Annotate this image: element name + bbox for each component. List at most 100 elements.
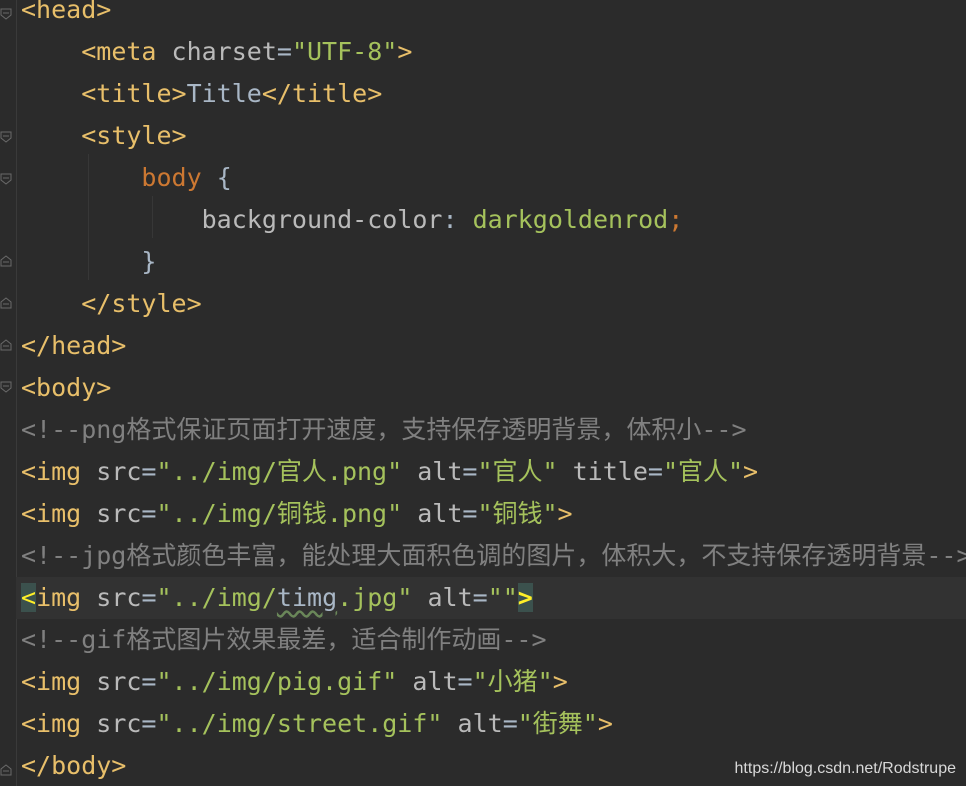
code-token: =: [141, 499, 157, 528]
code-token: =: [462, 499, 478, 528]
code-token: timg: [276, 583, 338, 612]
code-token: >: [597, 709, 613, 738]
code-token: <img: [21, 457, 97, 486]
code-line[interactable]: <!--gif格式图片效果最差，适合制作动画-->: [21, 619, 547, 661]
code-token: "../img/pig.gif": [156, 667, 398, 696]
code-token: charset: [171, 37, 277, 66]
code-token: >: [743, 457, 759, 486]
code-token: </head>: [21, 331, 127, 360]
code-token: =: [502, 709, 518, 738]
code-line[interactable]: <meta charset="UTF-8">: [21, 31, 412, 73]
code-token: >: [557, 499, 573, 528]
code-token: <meta: [81, 37, 172, 66]
code-token: </body>: [21, 751, 127, 780]
code-token: "../img/铜钱.png": [156, 499, 403, 528]
code-token: ;: [668, 205, 684, 234]
fold-icon[interactable]: [0, 255, 12, 267]
code-token: .jpg": [337, 583, 413, 612]
fold-icon[interactable]: [0, 297, 12, 309]
code-token: "UTF-8": [291, 37, 398, 66]
watermark-text: https://blog.csdn.net/Rodstrupe: [734, 760, 956, 777]
code-token: <img: [21, 667, 97, 696]
code-token: "街舞": [517, 709, 598, 738]
code-line[interactable]: <img src="../img/pig.gif" alt="小猪">: [21, 661, 568, 703]
code-token: body: [141, 163, 202, 192]
code-line[interactable]: <title>Title</title>: [21, 73, 382, 115]
code-line[interactable]: </body>: [21, 745, 126, 786]
code-token: </style>: [81, 289, 202, 318]
code-token: "../img/street.gif": [156, 709, 443, 738]
code-token: =: [141, 457, 157, 486]
code-token: <title>: [81, 79, 187, 108]
current-code-line[interactable]: <img src="../img/timg.jpg" alt="">: [16, 577, 966, 619]
code-line[interactable]: </style>: [21, 283, 202, 325]
code-token: src: [96, 583, 142, 612]
code-token: <img: [21, 499, 97, 528]
code-token: alt: [417, 457, 463, 486]
code-token: "官人": [662, 457, 744, 486]
code-token: }: [141, 247, 157, 276]
code-token: title: [572, 457, 648, 486]
code-line[interactable]: <head>: [21, 0, 111, 31]
code-token: <!--png格式保证页面打开速度，支持保存透明背景，体积小-->: [21, 415, 747, 444]
code-line[interactable]: <!--jpg格式颜色丰富，能处理大面积色调的图片，体积大，不支持保存透明背景-…: [21, 535, 966, 577]
code-line[interactable]: <img src="../img/铜钱.png" alt="铜钱">: [21, 493, 573, 535]
fold-icon[interactable]: [0, 339, 12, 351]
code-line[interactable]: body {: [21, 157, 232, 199]
code-token: <style>: [81, 121, 187, 150]
code-token: src: [96, 457, 142, 486]
code-line[interactable]: </head>: [21, 325, 126, 367]
code-line[interactable]: }: [21, 241, 156, 283]
code-token: <: [21, 583, 37, 612]
code-token: background-color: [201, 205, 443, 234]
code-token: =: [141, 709, 157, 738]
editor-gutter: [0, 0, 17, 786]
code-token: alt: [412, 667, 458, 696]
code-token: "官人": [477, 457, 558, 486]
code-token: "小猪": [472, 667, 553, 696]
code-token: src: [96, 667, 142, 696]
code-token: "../img/: [156, 583, 277, 612]
code-line[interactable]: <img src="../img/官人.png" alt="官人" title=…: [21, 451, 758, 493]
code-token: =: [276, 37, 292, 66]
fold-icon[interactable]: [0, 764, 12, 776]
code-line[interactable]: <body>: [21, 367, 111, 409]
code-token: src: [96, 709, 142, 738]
code-token: <!--gif格式图片效果最差，适合制作动画-->: [21, 625, 547, 654]
code-token: img: [36, 583, 97, 612]
fold-icon[interactable]: [0, 381, 12, 393]
code-line[interactable]: <style>: [21, 115, 187, 157]
code-token: {: [201, 163, 232, 192]
code-editor[interactable]: <head> <meta charset="UTF-8"> <title>Tit…: [0, 0, 966, 786]
code-token: alt: [417, 499, 463, 528]
code-line[interactable]: <img src="../img/street.gif" alt="街舞">: [21, 703, 613, 745]
code-token: "": [487, 583, 518, 612]
code-token: =: [141, 667, 157, 696]
code-token: alt: [427, 583, 473, 612]
fold-icon[interactable]: [0, 131, 12, 143]
code-line[interactable]: <!--png格式保证页面打开速度，支持保存透明背景，体积小-->: [21, 409, 747, 451]
code-line[interactable]: background-color: darkgoldenrod;: [21, 199, 684, 241]
fold-icon[interactable]: [0, 8, 12, 20]
code-token: Title: [186, 79, 262, 108]
code-token: >: [517, 583, 533, 612]
code-token: <body>: [21, 373, 112, 402]
code-token: "../img/官人.png": [156, 457, 403, 486]
code-token: <!--jpg格式颜色丰富，能处理大面积色调的图片，体积大，不支持保存透明背景-…: [21, 541, 966, 570]
fold-icon[interactable]: [0, 173, 12, 185]
code-token: alt: [457, 709, 503, 738]
code-token: <img: [21, 709, 97, 738]
code-token: >: [552, 667, 568, 696]
code-token: =: [472, 583, 488, 612]
